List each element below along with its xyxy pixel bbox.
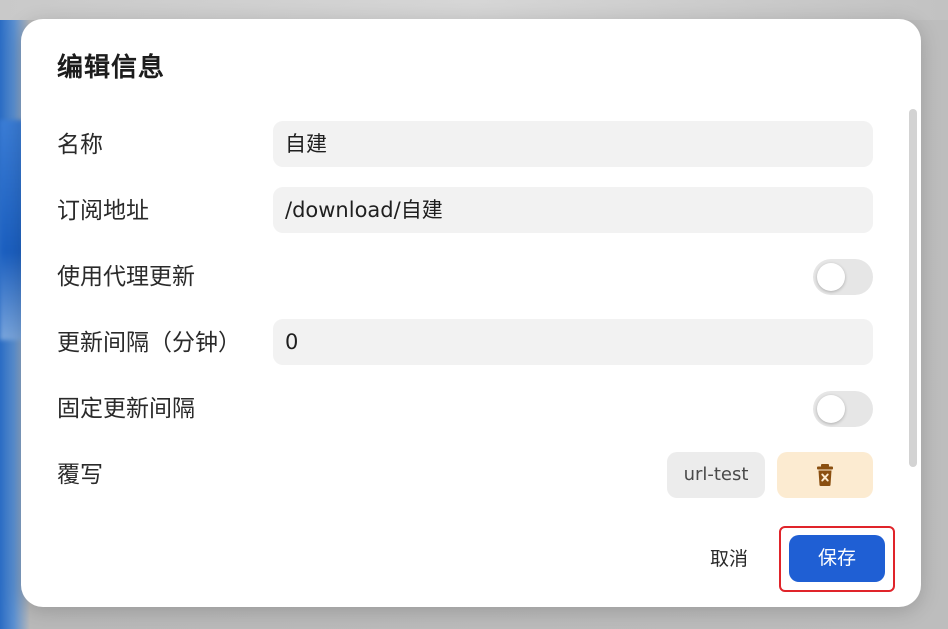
edit-info-dialog: 编辑信息 名称 订阅地址 使用代理更新 更新间隔（分钟） 固定更新间隔 覆写 u… xyxy=(21,19,921,607)
use-proxy-toggle[interactable] xyxy=(813,259,873,295)
use-proxy-label: 使用代理更新 xyxy=(57,264,195,290)
fixed-interval-label: 固定更新间隔 xyxy=(57,396,195,422)
trash-icon xyxy=(817,464,833,486)
toggle-knob xyxy=(817,263,845,291)
background-window-edge xyxy=(0,0,948,20)
override-label: 覆写 xyxy=(57,462,103,488)
save-button[interactable]: 保存 xyxy=(789,535,885,582)
name-input[interactable] xyxy=(273,121,873,167)
override-chip-url-test[interactable]: url-test xyxy=(667,452,765,498)
delete-override-button[interactable] xyxy=(777,452,873,498)
update-interval-label: 更新间隔（分钟） xyxy=(57,330,241,356)
fixed-interval-toggle[interactable] xyxy=(813,391,873,427)
subscription-url-input[interactable] xyxy=(273,187,873,233)
name-label: 名称 xyxy=(57,132,103,158)
subscription-url-label: 订阅地址 xyxy=(57,198,149,224)
dialog-title: 编辑信息 xyxy=(57,53,166,83)
cancel-button[interactable]: 取消 xyxy=(701,541,757,577)
toggle-knob xyxy=(817,395,845,423)
update-interval-input[interactable] xyxy=(273,319,873,365)
scrollbar[interactable] xyxy=(909,109,917,467)
